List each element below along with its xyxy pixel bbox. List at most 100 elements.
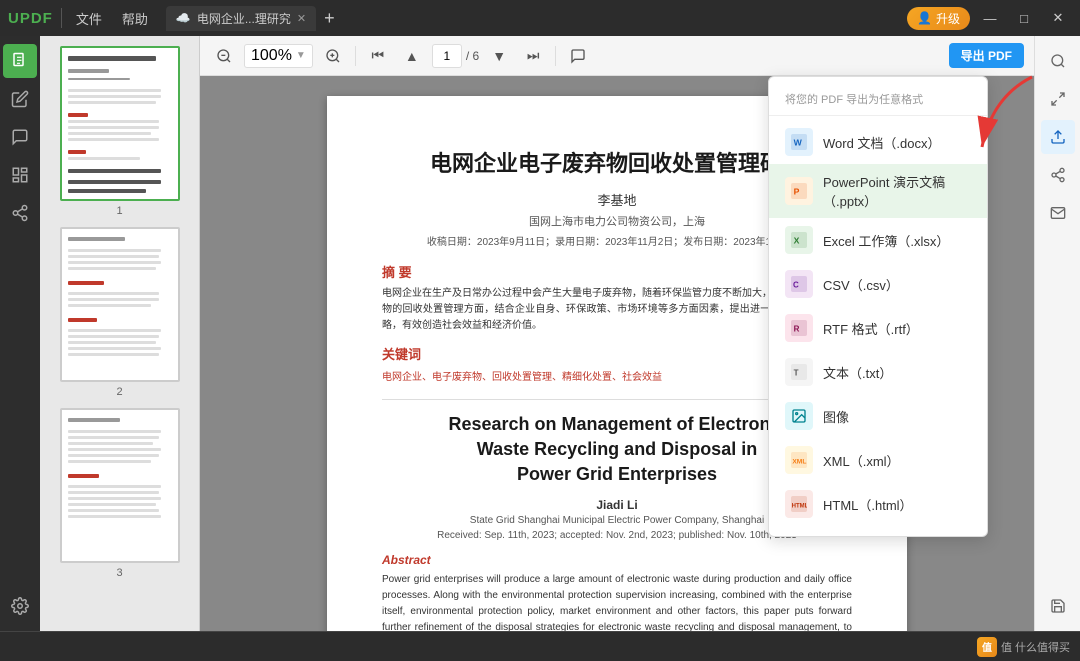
toolbar-sep-2 bbox=[555, 46, 556, 66]
maximize-button[interactable]: □ bbox=[1010, 4, 1038, 32]
thumbnail-img-2 bbox=[60, 227, 180, 382]
xml-icon: XML bbox=[785, 446, 813, 474]
upgrade-button[interactable]: 👤 升级 bbox=[907, 7, 970, 30]
export-option-xml[interactable]: XML XML（.xml） bbox=[769, 438, 987, 482]
sidebar-icon-edit[interactable] bbox=[3, 82, 37, 116]
excel-icon: X bbox=[785, 226, 813, 254]
export-option-html[interactable]: HTML HTML（.html） bbox=[769, 482, 987, 526]
sidebar-icon-comment[interactable] bbox=[3, 120, 37, 154]
export-option-rtf[interactable]: R RTF 格式（.rtf） bbox=[769, 306, 987, 350]
export-option-ppt[interactable]: P PowerPoint 演示文稿（.pptx） bbox=[769, 164, 987, 218]
svg-text:P: P bbox=[794, 186, 800, 196]
export-option-txt[interactable]: T 文本（.txt） bbox=[769, 350, 987, 394]
export-option-ppt-label: PowerPoint 演示文稿（.pptx） bbox=[823, 172, 971, 210]
page-last-btn[interactable]: ⏭ bbox=[519, 42, 547, 70]
zoom-area: 100% ▼ bbox=[244, 44, 313, 68]
title-divider-1 bbox=[61, 8, 62, 28]
svg-text:R: R bbox=[794, 324, 800, 333]
upgrade-icon: 👤 bbox=[917, 11, 932, 25]
svg-text:HTML: HTML bbox=[792, 503, 807, 509]
txt-icon: T bbox=[785, 358, 813, 386]
thumbnail-img-1 bbox=[60, 46, 180, 201]
watermark-logo: 值 bbox=[977, 637, 997, 657]
svg-text:X: X bbox=[794, 235, 800, 245]
export-option-image[interactable]: 图像 bbox=[769, 394, 987, 438]
zoom-dropdown-icon[interactable]: ▼ bbox=[296, 50, 306, 61]
page-total: / 6 bbox=[466, 49, 479, 63]
zoom-in-btn[interactable] bbox=[319, 42, 347, 70]
export-option-word-label: Word 文档（.docx） bbox=[823, 133, 941, 152]
thumbnail-page-2[interactable]: 2 bbox=[60, 227, 180, 398]
title-bar-right: 👤 升级 — □ ✕ bbox=[907, 4, 1072, 32]
bottom-watermark: 值 值 什么值得买 bbox=[977, 637, 1070, 657]
page-first-btn[interactable]: ⏮ bbox=[364, 42, 392, 70]
tab-area: ☁️ 电网企业...理研究 ✕ + bbox=[166, 6, 899, 31]
right-icon-mail[interactable] bbox=[1041, 196, 1075, 230]
csv-icon: C bbox=[785, 270, 813, 298]
right-icon-save[interactable] bbox=[1041, 589, 1075, 623]
upgrade-label: 升级 bbox=[936, 10, 960, 27]
export-option-csv[interactable]: C CSV（.csv） bbox=[769, 262, 987, 306]
word-icon: W bbox=[785, 128, 813, 156]
svg-text:XML: XML bbox=[792, 458, 806, 465]
zoom-value: 100% bbox=[251, 47, 292, 65]
pdf-abstract-en: Power grid enterprises will produce a la… bbox=[382, 572, 852, 631]
thumbnail-page-3[interactable]: 3 bbox=[60, 408, 180, 579]
sidebar-icon-settings[interactable] bbox=[3, 589, 37, 623]
tab-label: 电网企业...理研究 bbox=[197, 10, 291, 27]
thumbnail-num-3: 3 bbox=[116, 567, 122, 579]
export-option-txt-label: 文本（.txt） bbox=[823, 363, 892, 382]
export-option-excel[interactable]: X Excel 工作簿（.xlsx） bbox=[769, 218, 987, 262]
rtf-icon: R bbox=[785, 314, 813, 342]
app-logo: UPDF bbox=[8, 10, 53, 27]
right-icon-share[interactable] bbox=[1041, 158, 1075, 192]
main-area: 1 bbox=[0, 36, 1080, 631]
toolbar-right: 导出 PDF bbox=[949, 43, 1024, 68]
page-input[interactable] bbox=[432, 44, 462, 68]
svg-text:W: W bbox=[794, 137, 803, 147]
toolbar-sep-1 bbox=[355, 46, 356, 66]
right-icon-fit[interactable] bbox=[1041, 82, 1075, 116]
export-option-xml-label: XML（.xml） bbox=[823, 451, 900, 470]
sidebar-icon-document[interactable] bbox=[3, 44, 37, 78]
tab-document[interactable]: ☁️ 电网企业...理研究 ✕ bbox=[166, 6, 316, 31]
export-option-rtf-label: RTF 格式（.rtf） bbox=[823, 319, 919, 338]
left-sidebar bbox=[0, 36, 40, 631]
pdf-section-abstract-en: Abstract bbox=[382, 553, 852, 567]
page-nav: / 6 bbox=[432, 44, 479, 68]
zoom-out-btn[interactable] bbox=[210, 42, 238, 70]
thumbnail-img-3 bbox=[60, 408, 180, 563]
svg-text:C: C bbox=[793, 280, 799, 289]
export-panel-subtitle: 将您的 PDF 导出为任意格式 bbox=[769, 87, 987, 116]
toolbar: 100% ▼ ⏮ ▲ / 6 ▼ ⏭ 导出 PDF bbox=[200, 36, 1034, 76]
html-icon: HTML bbox=[785, 490, 813, 518]
watermark-text: 值 什么值得买 bbox=[1001, 639, 1070, 655]
new-tab-btn[interactable]: + bbox=[320, 8, 339, 29]
export-panel: 将您的 PDF 导出为任意格式 W Word 文档（.docx） P Power… bbox=[768, 76, 988, 537]
thumbnail-num-2: 2 bbox=[116, 386, 122, 398]
right-icon-export[interactable] bbox=[1041, 120, 1075, 154]
thumbnail-panel: 1 bbox=[40, 36, 200, 631]
bottom-bar: 值 值 什么值得买 bbox=[0, 631, 1080, 661]
right-icon-search[interactable] bbox=[1041, 44, 1075, 78]
minimize-button[interactable]: — bbox=[976, 4, 1004, 32]
comment-btn[interactable] bbox=[564, 42, 592, 70]
image-icon bbox=[785, 402, 813, 430]
right-sidebar bbox=[1034, 36, 1080, 631]
ppt-icon: P bbox=[785, 177, 813, 205]
export-pdf-button[interactable]: 导出 PDF bbox=[949, 43, 1024, 68]
tab-close-btn[interactable]: ✕ bbox=[297, 12, 306, 25]
svg-text:T: T bbox=[794, 368, 799, 377]
export-option-html-label: HTML（.html） bbox=[823, 495, 913, 514]
thumbnail-page-1[interactable]: 1 bbox=[60, 46, 180, 217]
sidebar-icon-share[interactable] bbox=[3, 196, 37, 230]
close-button[interactable]: ✕ bbox=[1044, 4, 1072, 32]
content-area: 100% ▼ ⏮ ▲ / 6 ▼ ⏭ 导出 PDF bbox=[200, 36, 1034, 631]
title-bar: UPDF 文件 帮助 ☁️ 电网企业...理研究 ✕ + 👤 升级 — □ ✕ bbox=[0, 0, 1080, 36]
menu-file[interactable]: 文件 bbox=[70, 7, 108, 30]
page-next-btn[interactable]: ▼ bbox=[485, 42, 513, 70]
menu-help[interactable]: 帮助 bbox=[116, 7, 154, 30]
sidebar-icon-pages[interactable] bbox=[3, 158, 37, 192]
page-prev-btn[interactable]: ▲ bbox=[398, 42, 426, 70]
export-option-word[interactable]: W Word 文档（.docx） bbox=[769, 120, 987, 164]
